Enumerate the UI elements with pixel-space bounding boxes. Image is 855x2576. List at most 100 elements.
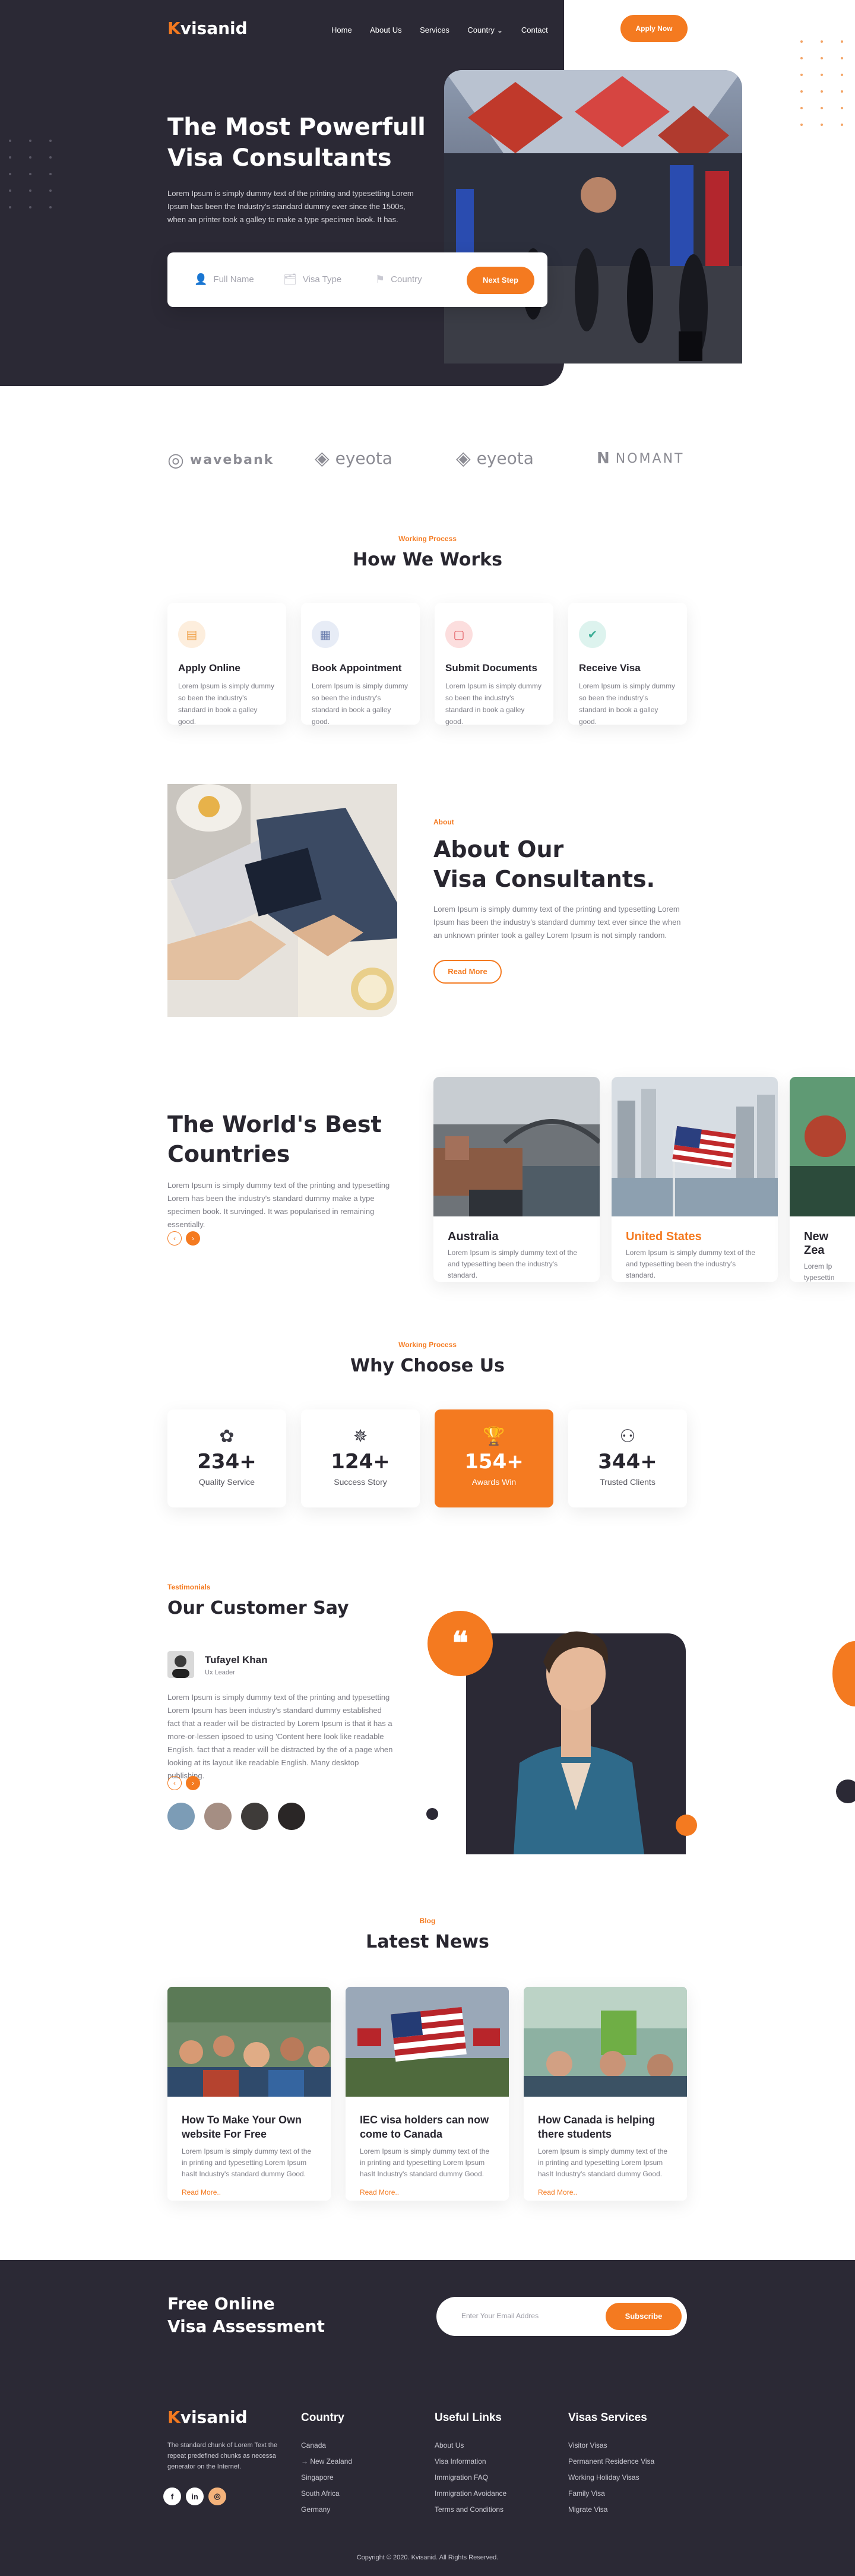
subscribe-button[interactable]: Subscribe — [606, 2303, 682, 2330]
footer-link[interactable]: Singapore — [301, 2470, 352, 2486]
countries-prev-button[interactable]: ‹ — [167, 1231, 182, 1246]
news-card[interactable]: IEC visa holders can now come to Canada … — [346, 1987, 509, 2201]
about-title: About Our Visa Consultants. — [433, 835, 701, 894]
crowd-image — [167, 1987, 331, 2097]
about-title-line2: Visa Consultants. — [433, 866, 656, 892]
nav-about[interactable]: About Us — [370, 26, 401, 34]
testimonial-prev-button[interactable]: ‹ — [167, 1776, 182, 1790]
news-card-title: IEC visa holders can now come to Canada — [360, 2114, 489, 2140]
dots-pattern-left — [9, 140, 52, 208]
customer-avatar[interactable] — [278, 1803, 305, 1830]
how-we-works-title: How We Works — [353, 549, 502, 570]
full-name-placeholder: Full Name — [213, 274, 254, 285]
news-eyebrow: Blog — [419, 1917, 436, 1925]
step-text: Lorem Ipsum is simply dummy so been the … — [178, 682, 275, 726]
country-card-new-zealand[interactable]: New Zea Lorem Ip typesettin — [790, 1077, 855, 1282]
calendar-icon: ▦ — [312, 621, 339, 648]
nav-services[interactable]: Services — [420, 26, 449, 34]
stat-card-clients: ⚇ 344+ Trusted Clients — [568, 1409, 687, 1507]
next-step-button[interactable]: Next Step — [467, 267, 534, 294]
step-title: Book Appointment — [312, 662, 402, 674]
nav-country-label: Country — [467, 26, 495, 34]
footer-link[interactable]: Immigration FAQ — [435, 2470, 506, 2486]
step-card-book[interactable]: ▦ Book Appointment Lorem Ipsum is simply… — [301, 603, 420, 726]
email-input[interactable]: Enter Your Email Addres — [461, 2312, 539, 2320]
facebook-icon[interactable]: f — [163, 2488, 181, 2505]
about-eyebrow: About — [433, 818, 454, 826]
decor-circle-dark — [836, 1780, 855, 1803]
news-read-more-link[interactable]: Read More.. — [182, 2188, 316, 2196]
footer-link[interactable]: Migrate Visa — [568, 2502, 654, 2518]
footer-country-column: Country Canada → New Zealand Singapore S… — [301, 2411, 352, 2518]
footer-link[interactable]: South Africa — [301, 2486, 352, 2502]
students-image — [524, 1987, 687, 2097]
logo[interactable]: Kvisanid — [167, 18, 248, 38]
testimonial-person-illustration — [514, 1631, 644, 1854]
footer-link[interactable]: Visa Information — [435, 2454, 506, 2470]
footer-link[interactable]: About Us — [435, 2438, 506, 2454]
footer-column-title: Visas Services — [568, 2411, 647, 2424]
step-text: Lorem Ipsum is simply dummy so been the … — [312, 682, 408, 726]
footer-about-text: The standard chunk of Lorem Text the rep… — [167, 2442, 278, 2470]
country-text: Lorem Ipsum is simply dummy text of the … — [626, 1249, 756, 1279]
copyright: Copyright © 2020. Kvisanid. All Rights R… — [356, 2554, 499, 2561]
partner-wavebank[interactable]: ◎ wavebank — [167, 448, 274, 471]
countries-text: Lorem Ipsum is simply dummy text of the … — [167, 1181, 390, 1229]
customer-avatar[interactable] — [241, 1803, 268, 1830]
linkedin-icon[interactable]: in — [186, 2488, 204, 2505]
full-name-field[interactable]: 👤 Full Name — [194, 273, 254, 286]
footer-link[interactable]: Family Visa — [568, 2486, 654, 2502]
eyeota-logo-icon: ◈ — [456, 447, 471, 469]
partner-eyeota-2-name: eyeota — [476, 448, 534, 468]
nav-country[interactable]: Country ⌄ — [467, 26, 503, 35]
customer-avatars — [167, 1803, 305, 1830]
united-states-image — [612, 1077, 778, 1216]
country-card-united-states[interactable]: United States Lorem Ipsum is simply dumm… — [612, 1077, 778, 1282]
partner-nomant[interactable]: N NOMANT — [597, 450, 684, 467]
news-title: Latest News — [366, 1932, 489, 1952]
step-card-apply[interactable]: ▤ Apply Online Lorem Ipsum is simply dum… — [167, 603, 286, 726]
footer-link[interactable]: Visitor Visas — [568, 2438, 654, 2454]
footer-link[interactable]: Terms and Conditions — [435, 2502, 506, 2518]
footer-logo[interactable]: Kvisanid — [167, 2407, 248, 2427]
step-text: Lorem Ipsum is simply dummy so been the … — [579, 682, 676, 726]
news-card[interactable]: How Canada is helping there students Lor… — [524, 1987, 687, 2201]
testimonial-next-button[interactable]: › — [186, 1776, 200, 1790]
footer-link[interactable]: → New Zealand — [301, 2454, 352, 2470]
customer-avatar[interactable] — [167, 1803, 195, 1830]
country-field[interactable]: ⚑ Country — [375, 273, 422, 286]
footer-column-title: Useful Links — [435, 2411, 502, 2424]
country-placeholder: Country — [391, 274, 422, 285]
nav-contact[interactable]: Contact — [521, 26, 548, 34]
step-card-receive[interactable]: ✔ Receive Visa Lorem Ipsum is simply dum… — [568, 603, 687, 726]
partner-eyeota-1[interactable]: ◈ eyeota — [315, 447, 392, 469]
step-card-submit[interactable]: ▢ Submit Documents Lorem Ipsum is simply… — [435, 603, 553, 726]
instagram-icon[interactable]: ◎ — [208, 2488, 226, 2505]
footer — [0, 2260, 855, 2576]
apply-online-icon: ▤ — [178, 621, 205, 648]
apply-now-button[interactable]: Apply Now — [620, 15, 688, 42]
partner-eyeota-2[interactable]: ◈ eyeota — [456, 447, 534, 469]
footer-link[interactable]: Canada — [301, 2438, 352, 2454]
country-card-australia[interactable]: Australia Lorem Ipsum is simply dummy te… — [433, 1077, 600, 1282]
visa-type-field[interactable]: 🗂 Visa Type — [283, 273, 341, 286]
countries-next-button[interactable]: › — [186, 1231, 200, 1246]
news-read-more-link[interactable]: Read More.. — [538, 2188, 673, 2196]
countries-title-line2: Countries — [167, 1141, 290, 1167]
news-card[interactable]: How To Make Your Own website For Free Lo… — [167, 1987, 331, 2201]
testimonials-eyebrow: Testimonials — [167, 1583, 211, 1591]
country-text: Lorem Ip typesettin — [804, 1262, 835, 1282]
footer-link[interactable]: Germany — [301, 2502, 352, 2518]
footer-link[interactable]: Immigration Avoidance — [435, 2486, 506, 2502]
step-title: Submit Documents — [445, 662, 537, 674]
footer-link[interactable]: Working Holiday Visas — [568, 2470, 654, 2486]
nav-home[interactable]: Home — [331, 26, 352, 34]
news-read-more-link[interactable]: Read More.. — [360, 2188, 495, 2196]
hero-image-illustration — [444, 70, 742, 364]
country-name: Australia — [448, 1230, 499, 1243]
hero-title-line1: The Most Powerfull — [167, 113, 426, 141]
read-more-button[interactable]: Read More — [433, 960, 502, 984]
logo-text: visanid — [180, 18, 248, 38]
footer-link[interactable]: Permanent Residence Visa — [568, 2454, 654, 2470]
customer-avatar[interactable] — [204, 1803, 232, 1830]
